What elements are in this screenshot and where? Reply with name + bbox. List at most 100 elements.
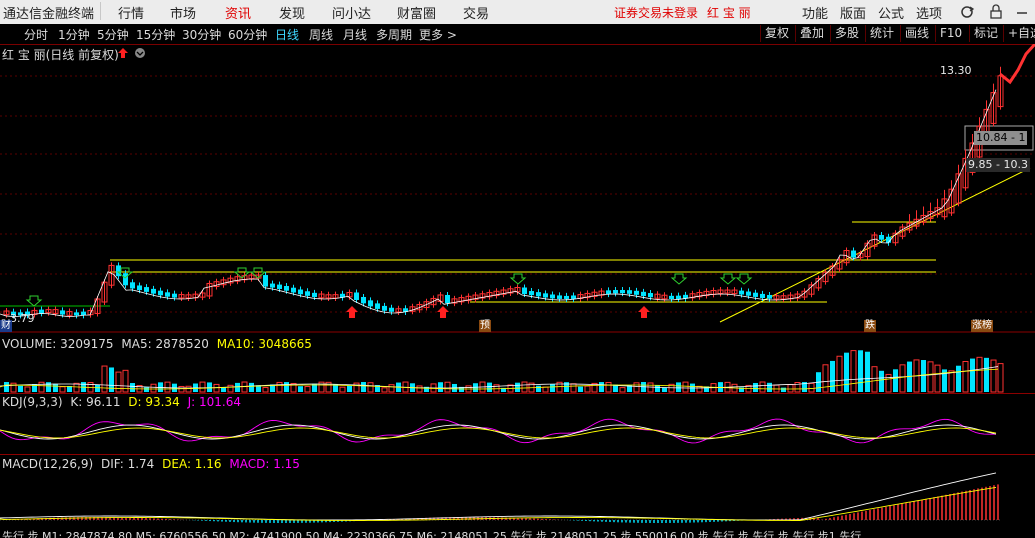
kdj-j-line	[0, 418, 997, 444]
minimize-icon[interactable]	[1014, 4, 1030, 20]
sell-signal-icon	[25, 295, 43, 307]
menu-item-zixun[interactable]: 资讯	[225, 3, 251, 22]
volume-ma5: MA5: 2878520	[121, 337, 209, 351]
candle-down	[144, 287, 149, 292]
period-fenshi[interactable]: 分时	[24, 26, 48, 43]
menu-item-gongneng[interactable]: 功能	[802, 3, 828, 22]
volume-bar-up	[178, 385, 185, 393]
candle-down	[368, 300, 373, 307]
candle-down	[74, 312, 79, 316]
period-daily[interactable]: 日线	[275, 26, 299, 43]
period-1min[interactable]: 1分钟	[58, 26, 90, 43]
candle-down	[760, 293, 765, 298]
mark-button[interactable]: 标记	[969, 25, 1002, 42]
macd-value: MACD: 1.15	[229, 457, 300, 471]
resistance-box-label: 10.84 - 1	[974, 131, 1028, 145]
volume-bar-down	[4, 382, 9, 392]
volume-bar-down	[578, 386, 583, 392]
candle-down	[571, 295, 576, 299]
period-more[interactable]: 更多 >	[419, 26, 457, 43]
volume-bar-down	[655, 385, 660, 392]
volume-bar-up	[948, 370, 955, 393]
volume-bar-up	[199, 381, 206, 393]
draw-line-button[interactable]: 画线	[900, 25, 933, 42]
candle-down	[172, 293, 177, 298]
menu-item-shichang[interactable]: 市场	[170, 3, 196, 22]
volume-bar-up	[339, 386, 346, 393]
chart-mark-cai[interactable]: 财	[0, 320, 12, 332]
candle-down	[529, 291, 534, 296]
menu-item-banmian[interactable]: 版面	[840, 3, 866, 22]
period-60min[interactable]: 60分钟	[228, 26, 267, 43]
volume-bar-up	[934, 364, 941, 393]
macd-chart[interactable]	[0, 470, 1035, 530]
volume-bar-up	[871, 366, 878, 393]
period-monthly[interactable]: 月线	[343, 26, 367, 43]
candle-down	[536, 292, 541, 297]
menu-item-wenxiaoda[interactable]: 问小达	[332, 3, 371, 22]
volume-bar-up	[304, 386, 311, 393]
chart-mark-zhangbang[interactable]: 涨榜	[971, 320, 993, 332]
stats-button[interactable]: 统计	[865, 25, 898, 42]
volume-bar-up	[836, 355, 843, 393]
add-favorite-button[interactable]: +自选	[1003, 25, 1035, 42]
kdj-chart[interactable]	[0, 408, 1035, 454]
refresh-icon[interactable]	[958, 4, 976, 20]
period-weekly[interactable]: 周线	[309, 26, 333, 43]
candle-down	[634, 290, 639, 295]
period-30min[interactable]: 30分钟	[182, 26, 221, 43]
candle-down	[676, 295, 681, 299]
chart-mark-yu[interactable]: 预	[479, 320, 491, 332]
volume-bar-down	[235, 382, 240, 392]
volume-bar-down	[879, 370, 884, 392]
stock-name-short: 红 宝 丽	[707, 6, 751, 20]
volume-bar-up	[990, 359, 997, 393]
period-5min[interactable]: 5分钟	[97, 26, 129, 43]
macd-name: MACD(12,26,9)	[2, 457, 94, 471]
volume-bar-down	[438, 382, 443, 392]
candle-down	[263, 275, 268, 287]
support-box-label: 9.85 - 10.3	[966, 158, 1030, 172]
candle-down	[298, 289, 303, 295]
volume-bar-up	[899, 364, 906, 393]
period-multi[interactable]: 多周期	[376, 26, 412, 43]
menu-item-gongshi[interactable]: 公式	[878, 3, 904, 22]
multi-stock-button[interactable]: 多股	[830, 25, 863, 42]
volume-bar-down	[858, 350, 863, 392]
lock-icon[interactable]	[988, 4, 1004, 20]
candle-down	[851, 250, 856, 258]
chart-mark-die[interactable]: 跌	[864, 320, 876, 332]
candle-down	[130, 282, 135, 289]
fuquan-button[interactable]: 复权	[760, 25, 793, 42]
overlay-button[interactable]: 叠加	[795, 25, 828, 42]
buy-signal-icon	[346, 306, 358, 318]
menu-item-caifuquan[interactable]: 财富圈	[397, 3, 436, 22]
price-chart[interactable]	[0, 44, 1035, 336]
price-spike-line	[999, 44, 1035, 85]
macd-dif: DIF: 1.74	[100, 457, 155, 471]
candle-down	[445, 294, 450, 304]
volume-bar-down	[830, 360, 835, 392]
volume-chart[interactable]	[0, 350, 1035, 394]
candle-down	[669, 295, 674, 299]
login-warning[interactable]: 证券交易未登录	[614, 4, 698, 21]
candle-down	[648, 293, 653, 298]
f10-button[interactable]: F10	[935, 25, 966, 42]
volume-bar-up	[619, 387, 626, 393]
candle-down	[361, 296, 366, 304]
volume-bar-up	[605, 381, 612, 393]
menu-item-jiaoyi[interactable]: 交易	[463, 3, 489, 22]
price-low-label: 3.79	[10, 312, 35, 325]
menu-item-xuanxiang[interactable]: 选项	[916, 3, 942, 22]
candle-down	[382, 305, 387, 311]
volume-bar-down	[130, 383, 135, 392]
menu-item-faxian[interactable]: 发现	[279, 3, 305, 22]
volume-bar-up	[787, 384, 794, 393]
volume-bar-up	[367, 382, 374, 393]
volume-bar-down	[249, 382, 254, 392]
volume-bar-down	[95, 384, 100, 392]
menu-item-hangqing[interactable]: 行情	[118, 3, 144, 22]
candle-down	[753, 292, 758, 297]
period-15min[interactable]: 15分钟	[136, 26, 175, 43]
sell-signal-icon	[670, 273, 688, 285]
